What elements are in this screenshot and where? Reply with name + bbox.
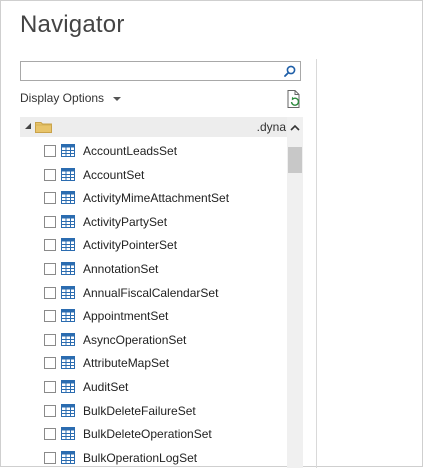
table-icon [61,238,75,251]
list-item-label: AnnotationSet [83,262,159,276]
display-options-dropdown[interactable]: Display Options [20,91,122,105]
list-item[interactable]: AttributeMapSet [20,353,282,373]
navigator-tree: .dyna AccountLeadsSet AccountSet ActivityM… [20,117,303,468]
table-icon [61,191,75,204]
item-checkbox[interactable] [44,145,56,157]
table-icon [61,215,75,228]
list-item[interactable]: AsyncOperationSet [20,330,282,350]
table-icon [61,262,75,275]
item-checkbox[interactable] [44,310,56,322]
list-item-label: BulkDeleteOperationSet [83,427,212,441]
list-item[interactable]: AppointmentSet [20,306,282,326]
item-checkbox[interactable] [44,216,56,228]
list-item-label: AppointmentSet [83,309,169,323]
list-item-label: AccountSet [83,168,145,182]
item-checkbox[interactable] [44,287,56,299]
list-item-label: ActivityPartySet [83,215,168,229]
item-checkbox[interactable] [44,428,56,440]
table-icon [61,356,75,369]
list-item[interactable]: ActivityMimeAttachmentSet [20,188,282,208]
list-item-label: ActivityMimeAttachmentSet [83,191,230,205]
tree-root-label: .dyna [256,120,286,134]
list-item[interactable]: BulkDeleteFailureSet [20,401,282,421]
table-icon [61,451,75,464]
pane-divider [316,59,317,468]
list-item-label: BulkDeleteFailureSet [83,404,196,418]
item-checkbox[interactable] [44,357,56,369]
list-item[interactable]: ActivityPartySet [20,212,282,232]
list-item[interactable]: AnnualFiscalCalendarSet [20,283,282,303]
search-icon[interactable] [281,63,299,79]
folder-icon [35,120,52,133]
tree-root-row[interactable]: .dyna [20,117,288,137]
item-checkbox[interactable] [44,169,56,181]
table-icon [61,144,75,157]
list-item[interactable]: AuditSet [20,377,282,397]
item-checkbox[interactable] [44,263,56,275]
table-icon [61,168,75,181]
list-item[interactable]: AnnotationSet [20,259,282,279]
list-item-label: AuditSet [83,380,129,394]
search-box[interactable] [20,61,301,81]
list-item[interactable]: AccountLeadsSet [20,141,282,161]
search-input[interactable] [24,63,282,81]
list-item-label: AnnualFiscalCalendarSet [83,286,219,300]
table-icon [61,427,75,440]
refresh-icon[interactable] [285,89,303,109]
list-item[interactable]: BulkDeleteOperationSet [20,424,282,444]
chevron-up-icon [290,124,300,131]
display-options-label: Display Options [20,91,105,105]
table-icon [61,286,75,299]
expand-collapse-icon[interactable] [25,123,31,129]
table-icon [61,309,75,322]
page-title: Navigator [20,11,125,38]
navigator-window: Navigator Display Options .dyna AccountL… [0,0,423,468]
list-item-label: ActivityPointerSet [83,238,178,252]
item-checkbox[interactable] [44,334,56,346]
item-checkbox[interactable] [44,239,56,251]
item-checkbox[interactable] [44,405,56,417]
table-icon [61,404,75,417]
table-icon [61,380,75,393]
scroll-up-button[interactable] [287,117,303,139]
item-checkbox[interactable] [44,452,56,464]
list-item-label: AsyncOperationSet [83,333,187,347]
list-item[interactable]: AccountSet [20,165,282,185]
list-item-label: BulkOperationLogSet [83,451,198,465]
tree-scrollbar[interactable] [287,117,303,468]
table-icon [61,333,75,346]
item-checkbox[interactable] [44,381,56,393]
list-item[interactable]: ActivityPointerSet [20,235,282,255]
scroll-thumb[interactable] [288,147,302,173]
item-checkbox[interactable] [44,192,56,204]
list-item[interactable]: BulkOperationLogSet [20,448,282,468]
list-item-label: AttributeMapSet [83,356,170,370]
list-item-label: AccountLeadsSet [83,144,178,158]
chevron-down-icon [113,96,122,101]
